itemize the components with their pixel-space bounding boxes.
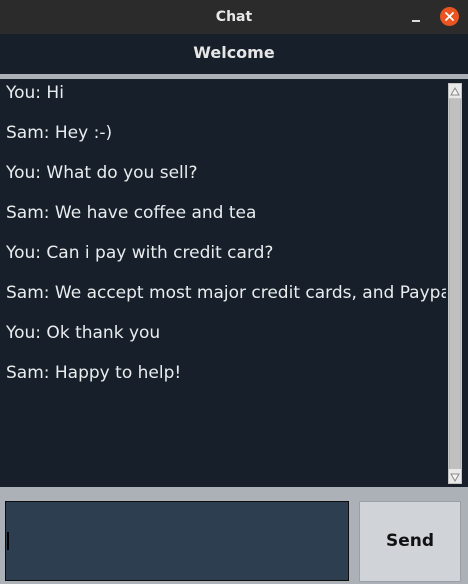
message-input[interactable] — [5, 501, 349, 581]
message-line: You: Ok thank you — [6, 323, 161, 343]
message-list: You: Hi Sam: Hey :-) You: What do you se… — [0, 79, 446, 487]
message-line: Sam: Happy to help! — [6, 363, 182, 383]
message-line: Sam: We accept most major credit cards, … — [6, 283, 446, 303]
message-line: You: Hi — [6, 83, 64, 103]
send-button[interactable]: Send — [359, 501, 461, 582]
arrow-up-icon[interactable] — [449, 84, 461, 98]
message-line: Sam: We have coffee and tea — [6, 203, 257, 223]
vertical-scrollbar[interactable] — [448, 83, 462, 484]
close-icon[interactable] — [440, 7, 459, 26]
input-bar: Send — [0, 487, 468, 584]
scrollbar-thumb[interactable] — [449, 99, 461, 469]
arrow-down-icon[interactable] — [449, 469, 461, 483]
message-line: You: What do you sell? — [6, 163, 198, 183]
welcome-label: Welcome — [193, 43, 275, 62]
chat-header: Welcome — [0, 34, 468, 74]
window-title: Chat — [215, 9, 253, 25]
message-line: Sam: Hey :-) — [6, 123, 113, 143]
chat-log[interactable]: You: Hi Sam: Hey :-) You: What do you se… — [0, 79, 468, 487]
minimize-icon[interactable] — [408, 8, 424, 24]
window-titlebar: Chat — [0, 0, 468, 34]
message-line: You: Can i pay with credit card? — [6, 243, 274, 263]
